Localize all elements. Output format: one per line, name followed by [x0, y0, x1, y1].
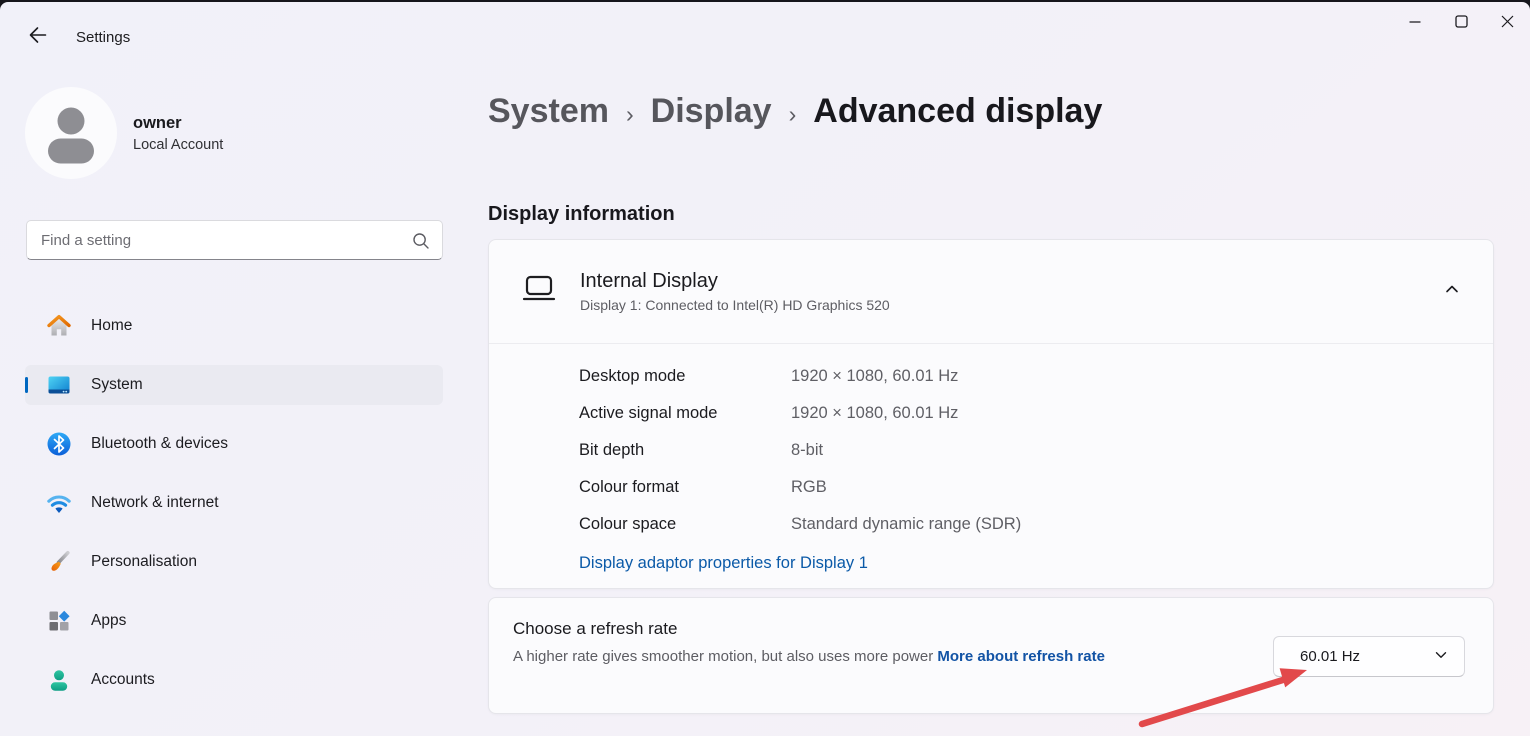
- sidebar-item-label: Bluetooth & devices: [91, 435, 228, 453]
- breadcrumb: System › Display › Advanced display: [488, 92, 1102, 131]
- chevron-down-icon: [1432, 646, 1450, 668]
- refresh-rate-dropdown[interactable]: 60.01 Hz: [1273, 636, 1465, 677]
- refresh-rate-description-text: A higher rate gives smoother motion, but…: [513, 648, 933, 665]
- sidebar-item-label: Personalisation: [91, 553, 197, 571]
- section-heading: Display information: [488, 203, 675, 226]
- search-icon: [412, 232, 430, 255]
- internal-display-header[interactable]: Internal Display Display 1: Connected to…: [489, 240, 1493, 343]
- breadcrumb-display[interactable]: Display: [651, 92, 772, 131]
- search-input[interactable]: [27, 221, 442, 259]
- sidebar-item-personalisation[interactable]: Personalisation: [25, 542, 443, 582]
- detail-value: 1920 × 1080, 60.01 Hz: [791, 404, 958, 423]
- detail-label: Active signal mode: [579, 404, 791, 423]
- detail-row-desktop-mode: Desktop mode 1920 × 1080, 60.01 Hz: [579, 358, 1493, 395]
- detail-value: 1920 × 1080, 60.01 Hz: [791, 367, 958, 386]
- detail-row-colour-space: Colour space Standard dynamic range (SDR…: [579, 506, 1493, 543]
- display-card-subtitle: Display 1: Connected to Intel(R) HD Grap…: [580, 297, 890, 313]
- account-header[interactable]: owner Local Account: [25, 87, 223, 179]
- detail-label: Bit depth: [579, 441, 791, 460]
- laptop-display-icon: [521, 274, 557, 309]
- sidebar-item-label: Network & internet: [91, 494, 219, 512]
- app-title: Settings: [76, 29, 130, 46]
- chevron-up-icon: [1442, 279, 1462, 304]
- home-icon: [45, 312, 73, 340]
- sidebar-item-system[interactable]: System: [25, 365, 443, 405]
- display-adaptor-properties-link[interactable]: Display adaptor properties for Display 1: [579, 554, 868, 573]
- sidebar-item-network-internet[interactable]: Network & internet: [25, 483, 443, 523]
- sidebar-item-bluetooth-devices[interactable]: Bluetooth & devices: [25, 424, 443, 464]
- selection-accent-pill: [25, 377, 28, 393]
- accounts-icon: [45, 666, 73, 694]
- settings-window: Settings owner Local Account: [0, 2, 1530, 736]
- person-icon: [25, 85, 117, 182]
- refresh-rate-card: Choose a refresh rate A higher rate give…: [488, 597, 1494, 714]
- detail-row-colour-format: Colour format RGB: [579, 469, 1493, 506]
- avatar: [25, 87, 117, 179]
- sidebar-item-home[interactable]: Home: [25, 306, 443, 346]
- detail-value: RGB: [791, 478, 827, 497]
- sidebar-item-label: Accounts: [91, 671, 155, 689]
- detail-label: Colour format: [579, 478, 791, 497]
- account-type: Local Account: [133, 137, 223, 153]
- sidebar-nav: Home System Bluetooth & devices: [25, 306, 443, 719]
- detail-row-active-signal-mode: Active signal mode 1920 × 1080, 60.01 Hz: [579, 395, 1493, 432]
- collapse-button[interactable]: [1435, 275, 1469, 309]
- detail-label: Colour space: [579, 515, 791, 534]
- close-icon: [1501, 15, 1514, 33]
- system-icon: [45, 371, 73, 399]
- back-arrow-icon: [27, 24, 49, 51]
- sidebar-item-label: Apps: [91, 612, 126, 630]
- breadcrumb-system[interactable]: System: [488, 92, 609, 131]
- apps-icon: [45, 607, 73, 635]
- sidebar-item-label: System: [91, 376, 143, 394]
- account-name: owner: [133, 114, 223, 133]
- breadcrumb-separator: ›: [789, 96, 797, 128]
- breadcrumb-separator: ›: [626, 96, 634, 128]
- wifi-icon: [45, 489, 73, 517]
- search-box: [26, 220, 443, 260]
- refresh-rate-description: A higher rate gives smoother motion, but…: [513, 646, 1214, 669]
- page-title: Advanced display: [813, 92, 1102, 131]
- main-content: System › Display › Advanced display Disp…: [488, 2, 1494, 736]
- detail-value: Standard dynamic range (SDR): [791, 515, 1021, 534]
- detail-value: 8-bit: [791, 441, 823, 460]
- display-information-card: Internal Display Display 1: Connected to…: [488, 239, 1494, 589]
- bluetooth-icon: [45, 430, 73, 458]
- detail-label: Desktop mode: [579, 367, 791, 386]
- refresh-rate-value: 60.01 Hz: [1300, 648, 1360, 665]
- paintbrush-icon: [45, 548, 73, 576]
- detail-row-bit-depth: Bit depth 8-bit: [579, 432, 1493, 469]
- sidebar-item-apps[interactable]: Apps: [25, 601, 443, 641]
- more-about-refresh-rate-link[interactable]: More about refresh rate: [937, 648, 1105, 665]
- sidebar-item-label: Home: [91, 317, 132, 335]
- display-card-title: Internal Display: [580, 270, 890, 293]
- back-button[interactable]: [18, 19, 58, 55]
- sidebar-item-accounts[interactable]: Accounts: [25, 660, 443, 700]
